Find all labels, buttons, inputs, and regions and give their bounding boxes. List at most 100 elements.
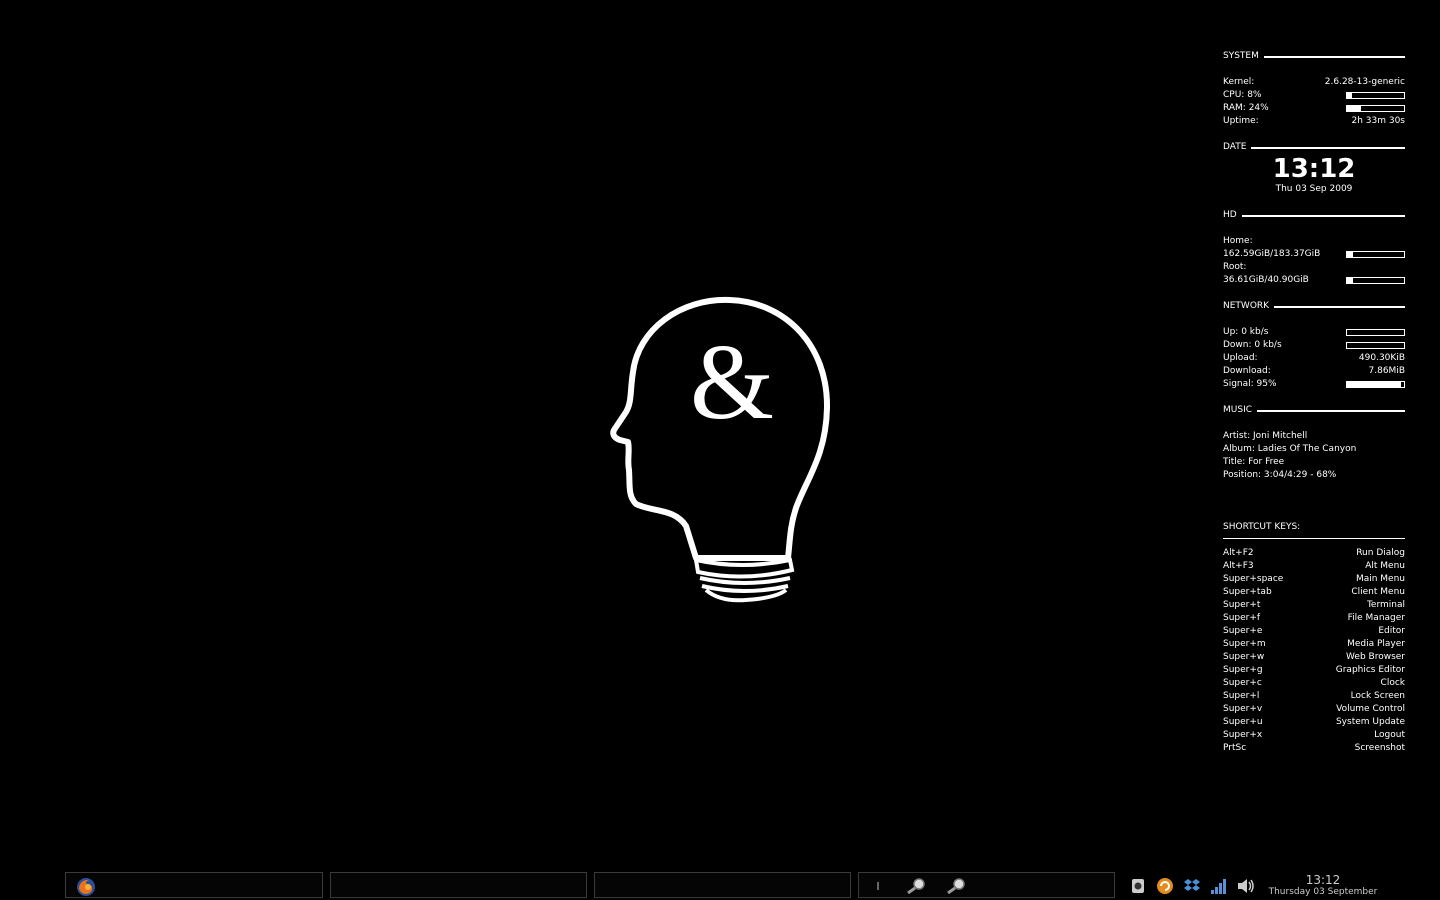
download-label: Download: xyxy=(1223,366,1271,376)
taskbar-slot-firefox[interactable] xyxy=(65,872,323,898)
taskbar-clock[interactable]: 13:12 Thursday 03 September xyxy=(1268,873,1378,898)
music-position: Position: 3:04/4:29 - 68% xyxy=(1223,469,1405,482)
uptime-row: Uptime: 2h 33m 30s xyxy=(1223,115,1405,128)
shortcut-row: Super+e Editor xyxy=(1223,625,1405,638)
shortcut-key: Super+tab xyxy=(1223,587,1272,597)
taskbar: 13:12 Thursday 03 September xyxy=(0,870,1440,900)
album-text: Album: Ladies Of The Canyon xyxy=(1223,444,1357,454)
shortcut-row: Super+c Clock xyxy=(1223,677,1405,690)
shortcut-key: Super+space xyxy=(1223,574,1284,584)
root-disk-bar xyxy=(1346,277,1405,284)
network-section-header: NETWORK xyxy=(1223,300,1405,313)
date-section-header: DATE xyxy=(1223,141,1405,154)
signal-row: Signal: 95% xyxy=(1223,378,1405,391)
notes-icon[interactable] xyxy=(1127,875,1148,896)
shortcut-key: Super+u xyxy=(1223,717,1263,727)
down-speed-label: Down: 0 kb/s xyxy=(1223,340,1282,350)
shortcut-action: Graphics Editor xyxy=(1335,665,1405,675)
shortcut-row: PrtSc Screenshot xyxy=(1223,742,1405,755)
kernel-row: Kernel: 2.6.28-13-generic xyxy=(1223,76,1405,89)
divider xyxy=(1263,55,1405,58)
shortcut-keys-heading: SHORTCUT KEYS: xyxy=(1223,522,1301,532)
volume-icon[interactable] xyxy=(1235,875,1256,896)
section-title: MUSIC xyxy=(1223,405,1253,415)
system-tray xyxy=(1127,875,1256,896)
shortcut-key: Super+w xyxy=(1223,652,1265,662)
divider xyxy=(1274,305,1405,308)
shortcut-action: Media Player xyxy=(1347,639,1405,649)
artist-text: Artist: Joni Mitchell xyxy=(1223,431,1308,441)
shortcut-action: Web Browser xyxy=(1346,652,1405,662)
firefox-icon[interactable] xyxy=(76,877,96,897)
shortcut-key: Alt+F2 xyxy=(1223,548,1254,558)
shortcut-action: Editor xyxy=(1378,626,1405,636)
taskbar-date: Thursday 03 September xyxy=(1268,887,1378,897)
divider xyxy=(1257,409,1405,412)
root-usage-row: 36.61GiB/40.90GiB xyxy=(1223,274,1405,287)
system-section-header: SYSTEM xyxy=(1223,50,1405,63)
shortcut-action: Main Menu xyxy=(1355,574,1405,584)
root-label: Root: xyxy=(1223,262,1247,272)
home-label: Home: xyxy=(1223,236,1253,246)
section-title: HD xyxy=(1223,210,1237,220)
cpu-row: CPU: 8% xyxy=(1223,89,1405,102)
shortcut-row: Super+t Terminal xyxy=(1223,599,1405,612)
shortcut-row: Alt+F3 Alt Menu xyxy=(1223,560,1405,573)
shortcut-action: Lock Screen xyxy=(1350,691,1405,701)
system-monitor-panel: SYSTEM Kernel: 2.6.28-13-generic CPU: 8%… xyxy=(1223,50,1405,755)
shortcut-action: Volume Control xyxy=(1336,704,1405,714)
kernel-label: Kernel: xyxy=(1223,77,1255,87)
taskbar-slot-3[interactable] xyxy=(594,872,851,898)
shortcut-action: System Update xyxy=(1335,717,1405,727)
taskbar-slot-2[interactable] xyxy=(330,872,587,898)
update-icon[interactable] xyxy=(1154,875,1175,896)
shortcut-row: Super+m Media Player xyxy=(1223,638,1405,651)
shortcut-key: Super+l xyxy=(1223,691,1260,701)
down-speed-row: Down: 0 kb/s xyxy=(1223,339,1405,352)
home-disk-bar xyxy=(1346,251,1405,258)
section-title: SYSTEM xyxy=(1223,51,1259,61)
taskbar-time: 13:12 xyxy=(1305,873,1341,887)
upload-label: Upload: xyxy=(1223,353,1258,363)
shortcut-action: Terminal xyxy=(1366,600,1405,610)
shortcut-row: Super+tab Client Menu xyxy=(1223,586,1405,599)
download-value: 7.86MiB xyxy=(1368,366,1405,376)
shortcut-action: Screenshot xyxy=(1354,743,1405,753)
upload-value: 490.30KiB xyxy=(1358,353,1405,363)
shortcut-action: Run Dialog xyxy=(1356,548,1405,558)
signal-bar xyxy=(1346,381,1405,388)
dropbox-icon[interactable] xyxy=(1181,875,1202,896)
shortcut-key: Super+v xyxy=(1223,704,1263,714)
shortcut-action: File Manager xyxy=(1347,613,1405,623)
divider xyxy=(1251,146,1405,149)
shortcut-list: Alt+F2 Run Dialog Alt+F3 Alt Menu Super+spac… xyxy=(1223,547,1405,755)
magnifier-window-icon[interactable] xyxy=(905,877,929,895)
music-section-header: MUSIC xyxy=(1223,404,1405,417)
divider xyxy=(1223,538,1405,539)
taskbar-slot-4[interactable] xyxy=(858,872,1115,898)
up-speed-label: Up: 0 kb/s xyxy=(1223,327,1269,337)
shortcut-row: Super+u System Update xyxy=(1223,716,1405,729)
big-clock: 13:12 xyxy=(1272,154,1356,184)
uptime-value: 2h 33m 30s xyxy=(1351,116,1405,126)
home-usage-row: 162.59GiB/183.37GiB xyxy=(1223,248,1405,261)
ampersand-glyph: & xyxy=(690,323,774,442)
download-total-row: Download: 7.86MiB xyxy=(1223,365,1405,378)
root-usage: 36.61GiB/40.90GiB xyxy=(1223,275,1309,285)
cpu-bar xyxy=(1346,92,1405,99)
network-signal-icon[interactable] xyxy=(1208,875,1229,896)
shortcut-row: Alt+F2 Run Dialog xyxy=(1223,547,1405,560)
shortcut-key: Super+f xyxy=(1223,613,1261,623)
magnifier-window-icon[interactable] xyxy=(945,877,969,895)
section-title: NETWORK xyxy=(1223,301,1270,311)
home-label-row: Home: xyxy=(1223,235,1405,248)
hd-section-header: HD xyxy=(1223,209,1405,222)
shortcut-row: Super+g Graphics Editor xyxy=(1223,664,1405,677)
home-usage: 162.59GiB/183.37GiB xyxy=(1223,249,1321,259)
shortcut-row: Super+x Logout xyxy=(1223,729,1405,742)
shortcut-row: Super+l Lock Screen xyxy=(1223,690,1405,703)
shortcut-key: Super+m xyxy=(1223,639,1266,649)
shortcut-row: Super+v Volume Control xyxy=(1223,703,1405,716)
section-title: DATE xyxy=(1223,142,1247,152)
divider xyxy=(1241,214,1405,217)
